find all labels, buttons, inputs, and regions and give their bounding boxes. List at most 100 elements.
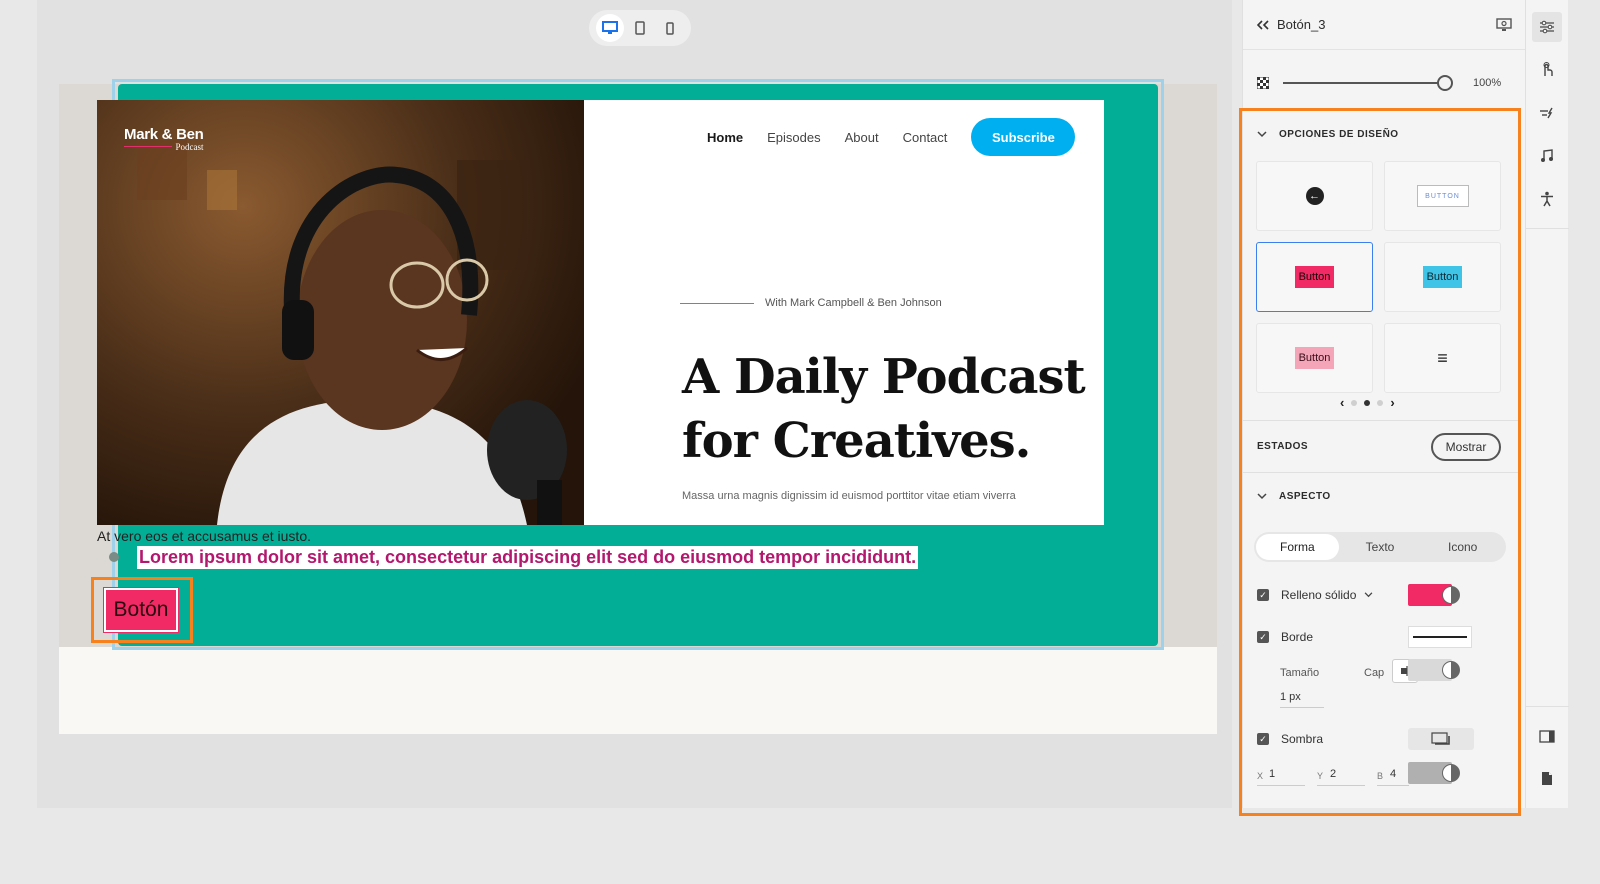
chevron-down-icon <box>1257 131 1267 138</box>
brand-underline <box>124 146 172 147</box>
tab-icono[interactable]: Icono <box>1421 534 1504 560</box>
shadow-checkbox[interactable]: ✓ <box>1257 733 1269 745</box>
border-label: Borde <box>1281 630 1314 644</box>
tablet-view-button[interactable] <box>626 14 654 42</box>
border-checkbox[interactable]: ✓ <box>1257 631 1269 643</box>
preset-pink[interactable]: Button <box>1256 323 1373 393</box>
brand-name: Mark & Ben <box>124 126 204 143</box>
phone-view-button[interactable] <box>656 14 684 42</box>
appearance-header[interactable]: ASPECTO <box>1257 491 1331 502</box>
pager-dot[interactable] <box>1351 399 1358 406</box>
interaction-tab-button[interactable] <box>1532 55 1562 85</box>
accent-line <box>680 303 754 304</box>
preset-outline[interactable]: BUTTON <box>1384 161 1501 231</box>
shadow-blur-value[interactable]: 4 <box>1390 768 1396 780</box>
tab-texto[interactable]: Texto <box>1339 534 1422 560</box>
input-underline <box>1280 707 1324 708</box>
shadow-x-value[interactable]: 1 <box>1269 768 1275 780</box>
preset-blue[interactable]: Button <box>1384 242 1501 312</box>
chevron-down-icon[interactable] <box>1364 592 1373 598</box>
accessibility-icon <box>1541 191 1553 207</box>
preset-menu[interactable]: ≡ <box>1384 323 1501 393</box>
show-states-button[interactable]: Mostrar <box>1431 433 1501 461</box>
animation-icon <box>1540 107 1553 119</box>
accessibility-tab-button[interactable] <box>1532 184 1562 214</box>
border-cap-label: Cap <box>1364 667 1385 679</box>
page-footer-area <box>59 647 1217 734</box>
properties-icon <box>1540 20 1554 34</box>
audio-tab-button[interactable] <box>1532 141 1562 171</box>
fill-label: Relleno sólido <box>1281 588 1357 602</box>
shadow-blur-label: B <box>1377 771 1384 781</box>
device-toolbar <box>589 10 691 46</box>
pager-next-icon[interactable]: › <box>1390 395 1394 410</box>
panel-header: Botón_3 <box>1243 0 1526 50</box>
opacity-slider[interactable] <box>1283 75 1453 91</box>
pager-dot-active[interactable] <box>1364 399 1371 406</box>
highlighted-text-line[interactable]: Lorem ipsum dolor sit amet, consectetur … <box>137 546 919 569</box>
opacity-value[interactable]: 100% <box>1473 77 1501 89</box>
layout-panel-button[interactable] <box>1532 721 1562 751</box>
nav-link-episodes[interactable]: Episodes <box>767 130 820 145</box>
boton-button[interactable]: Botón <box>103 587 179 633</box>
design-options-title: OPCIONES DE DISEÑO <box>1279 129 1399 140</box>
preset-blue-label: Button <box>1422 266 1463 288</box>
nav-link-contact[interactable]: Contact <box>903 130 948 145</box>
shadow-preset-button[interactable] <box>1408 728 1474 750</box>
shadow-x-label: X <box>1257 771 1264 781</box>
pager-prev-icon[interactable]: ‹ <box>1340 395 1344 410</box>
states-title: ESTADOS <box>1257 441 1309 452</box>
preview-button[interactable] <box>1496 17 1512 32</box>
fill-color-control[interactable] <box>1408 584 1460 606</box>
design-presets-grid: ← BUTTON Button Button Button ≡ <box>1256 161 1504 393</box>
shadow-color-control[interactable] <box>1408 762 1460 784</box>
page-icon <box>1542 771 1552 785</box>
opacity-circle-icon[interactable] <box>1442 661 1460 679</box>
podcast-host-photo: Mark & Ben Podcast <box>97 100 584 525</box>
preset-red-label: Button <box>1294 266 1335 288</box>
shadow-label: Sombra <box>1281 732 1324 746</box>
subscribe-button[interactable]: Subscribe <box>971 118 1076 156</box>
preset-circle-arrow[interactable]: ← <box>1256 161 1373 231</box>
tablet-icon <box>635 21 645 35</box>
hero-headline: A Daily Podcast for Creatives. <box>682 349 1086 469</box>
appearance-title: ASPECTO <box>1279 491 1331 502</box>
audio-icon <box>1541 149 1553 162</box>
desktop-view-button[interactable] <box>596 14 624 42</box>
layout-panel-icon <box>1539 729 1555 743</box>
interaction-icon <box>1543 62 1553 76</box>
border-row: ✓ Borde <box>1257 630 1313 644</box>
preset-pink-label: Button <box>1294 347 1335 369</box>
fill-checkbox[interactable]: ✓ <box>1257 589 1269 601</box>
arrow-left-circle-icon: ← <box>1305 187 1324 205</box>
opacity-circle-icon[interactable] <box>1442 764 1460 782</box>
animation-tab-button[interactable] <box>1532 98 1562 128</box>
hero-lead-text: Massa urna magnis dignissim id euismod p… <box>682 490 1016 502</box>
element-title: Botón_3 <box>1277 17 1326 32</box>
opacity-slider-knob[interactable] <box>1437 75 1453 91</box>
border-color-control[interactable] <box>1408 659 1460 681</box>
pager-dot[interactable] <box>1377 399 1384 406</box>
opacity-circle-icon[interactable] <box>1442 586 1460 604</box>
right-icon-rail <box>1525 0 1569 808</box>
desktop-icon <box>602 21 618 34</box>
preset-red[interactable]: Button <box>1256 242 1373 312</box>
nav-link-home[interactable]: Home <box>707 130 743 145</box>
hero-image-block[interactable]: Mark & Ben Podcast Home Episodes About C… <box>97 100 1104 525</box>
border-size-value[interactable]: 1 px <box>1280 691 1301 703</box>
appearance-tabs: Forma Texto Icono <box>1254 532 1506 562</box>
design-options-header[interactable]: OPCIONES DE DISEÑO <box>1257 129 1399 140</box>
checkerboard-icon <box>1257 77 1269 89</box>
body-text-line[interactable]: At vero eos et accusamus et iusto. <box>97 528 311 544</box>
border-size-label: Tamaño <box>1280 667 1320 679</box>
divider <box>1526 228 1569 229</box>
input-underline <box>1317 785 1365 786</box>
shadow-y-value[interactable]: 2 <box>1330 768 1336 780</box>
border-style-select[interactable] <box>1408 626 1472 648</box>
nav-link-about[interactable]: About <box>845 130 879 145</box>
tab-forma[interactable]: Forma <box>1256 534 1339 560</box>
podcast-logo[interactable]: Mark & Ben Podcast <box>124 126 204 152</box>
page-panel-button[interactable] <box>1532 763 1562 793</box>
properties-tab-button[interactable] <box>1532 12 1562 42</box>
collapse-panel-button[interactable] <box>1257 19 1269 30</box>
